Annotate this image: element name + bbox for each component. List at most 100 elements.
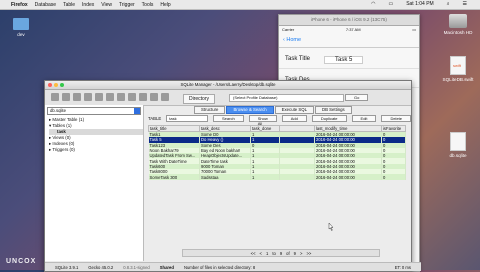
new-db-icon[interactable] [51, 93, 59, 101]
menu-tools[interactable]: Tools [142, 2, 154, 8]
table-cell[interactable]: SomeTask 300 [148, 174, 200, 180]
menu-view[interactable]: View [101, 2, 112, 8]
create-index-icon[interactable] [117, 93, 125, 101]
attach-db-icon[interactable] [161, 93, 169, 101]
profile-database-select[interactable]: (Select Profile Database) [229, 94, 344, 102]
sqlite-manager-window: SQLite Manager - /Users/Laerry/Desktop/d… [44, 80, 421, 272]
tab-browse-search[interactable]: Browse & Search [226, 106, 274, 114]
first-page-button[interactable]: << [251, 251, 256, 256]
add-button[interactable]: Add [281, 115, 307, 122]
table-cell[interactable]: Sadsstaa [199, 174, 251, 180]
delete-button[interactable]: Delete [381, 115, 411, 122]
schema-tree: ▸ Master Table (1) ▾ Tables (1) task ▸ V… [45, 117, 143, 153]
watermark-logo: UNCOX [6, 258, 37, 265]
window-titlebar: SQLite Manager - /Users/Laerry/Desktop/d… [45, 81, 411, 90]
go-button[interactable]: Go [345, 94, 369, 101]
toolbar: Directory (Select Profile Database) Go [45, 90, 411, 106]
last-page-button[interactable]: >> [306, 251, 311, 256]
table-cell[interactable]: UpdatedTask From Sw... [148, 153, 200, 159]
next-page-button[interactable]: > [300, 251, 302, 256]
menu-bar: Firefox Database Table Index View Trigge… [0, 0, 480, 10]
document-icon [450, 132, 466, 151]
chevron-down-icon[interactable] [134, 108, 140, 114]
close-icon[interactable] [48, 83, 52, 87]
page-current: 1 [265, 250, 269, 256]
elapsed-time: ET: 0 ms [394, 264, 411, 270]
table-cell[interactable]: 0 [381, 174, 406, 180]
compact-db-icon[interactable] [150, 93, 158, 101]
search-button[interactable]: Search [213, 115, 244, 122]
export-icon[interactable] [84, 93, 92, 101]
files-info: Number of files in selected directory: 8 [183, 264, 256, 270]
simulator-battery-icon: ▭ [412, 27, 416, 32]
import-icon[interactable] [73, 93, 81, 101]
gecko-version: Gecko 45.0.2 [88, 264, 114, 270]
menu-table[interactable]: Table [63, 2, 75, 8]
show-all-button[interactable]: Show All [248, 115, 277, 126]
table-name-select[interactable]: task [166, 115, 209, 122]
sidebar: db.sqlite ▸ Master Table (1) ▾ Tables (1… [45, 105, 144, 261]
drop-index-icon[interactable] [128, 93, 136, 101]
tab-db-settings[interactable]: DB Settings [314, 106, 352, 114]
table-cell[interactable] [279, 174, 315, 180]
swift-badge: swift [453, 63, 461, 68]
table-cell[interactable]: 1 [250, 174, 280, 180]
mouse-pointer-icon [328, 223, 334, 231]
desktop-file-dbsqlite[interactable]: db.sqlite [438, 132, 478, 158]
menu-firefox[interactable]: Firefox [11, 2, 28, 8]
directory-button[interactable]: Directory [183, 94, 216, 104]
folder-icon [13, 18, 29, 30]
zoom-icon[interactable] [60, 83, 64, 87]
shared-mode: Shared [159, 264, 174, 270]
tab-execute-sql[interactable]: Execute SQL [274, 106, 314, 114]
data-grid: task_title task_desc task_done last_modi… [148, 125, 406, 180]
desktop-disk-label: Macintosh HD [443, 30, 473, 35]
create-table-icon[interactable] [95, 93, 103, 101]
extension-version: 0.8.3.1-signed [123, 264, 150, 270]
desktop-file-swift[interactable]: swift SQLiteDB.swift [438, 56, 478, 82]
simulator-carrier: Carrier [282, 27, 295, 32]
simulator-task-title-row: Task Title Task 5 [279, 48, 419, 69]
window-title: SQLite Manager - /Users/Laerry/Desktop/d… [180, 82, 276, 87]
menu-index[interactable]: Index [82, 2, 94, 8]
drop-table-icon[interactable] [106, 93, 114, 101]
database-select[interactable]: db.sqlite [47, 107, 141, 115]
minimize-icon[interactable] [54, 83, 58, 87]
table-row[interactable]: SomeTask 300 Sadsstaa 1 2016-04-24 00:00:00… [148, 174, 406, 180]
simulator-nav-bar: ‹ Home [279, 33, 419, 48]
table-action-bar: TABLE task Search Show All Add Duplicate… [144, 114, 411, 126]
desktop-file-swift-label: SQLiteDB.swift [442, 77, 474, 82]
menubar-clock[interactable]: Sat 1:04 PM [406, 1, 434, 7]
wifi-icon[interactable]: ◠ [371, 1, 375, 7]
pagination-bar: << < 1 to 9 of 9 > >> [182, 249, 380, 257]
tree-item-triggers[interactable]: ▸ Triggers (0) [49, 147, 143, 153]
sqlite-version: SQLite 3.9.1 [55, 264, 79, 270]
search-icon[interactable]: ⌕ [447, 1, 450, 7]
table-label: TABLE [148, 116, 162, 121]
table-cell[interactable]: 2016-04-24 00:00:00 [314, 174, 382, 180]
desktop-disk[interactable]: Macintosh HD [438, 14, 478, 35]
settings-gear-icon[interactable] [139, 93, 147, 101]
database-name: db.sqlite [50, 108, 67, 113]
page-total: 9 [293, 250, 297, 256]
tab-bar: Structure Browse & Search Execute SQL DB… [144, 105, 411, 114]
page-of: of [286, 250, 290, 256]
battery-icon[interactable]: ▭ [388, 1, 393, 7]
edit-button[interactable]: Edit [351, 115, 377, 122]
back-chevron-icon[interactable]: ‹ [283, 37, 285, 43]
simulator-back-button[interactable]: Home [286, 37, 301, 43]
page-last-shown: 9 [279, 250, 283, 256]
desktop-folder-dev[interactable]: dev [6, 18, 36, 37]
desktop-folder-label: dev [17, 32, 25, 37]
connect-db-icon[interactable] [62, 93, 70, 101]
menu-trigger[interactable]: Trigger [119, 2, 135, 8]
simulator-row-value[interactable]: Task 5 [324, 56, 364, 64]
page-to: to [272, 250, 276, 256]
desktop-file-db-label: db.sqlite [449, 153, 467, 158]
duplicate-button[interactable]: Duplicate [311, 115, 347, 122]
list-icon[interactable]: ☰ [463, 1, 467, 7]
menu-help[interactable]: Help [160, 2, 170, 8]
menu-database[interactable]: Database [35, 2, 56, 8]
tab-structure[interactable]: Structure [194, 106, 226, 114]
prev-page-button[interactable]: < [260, 251, 262, 256]
